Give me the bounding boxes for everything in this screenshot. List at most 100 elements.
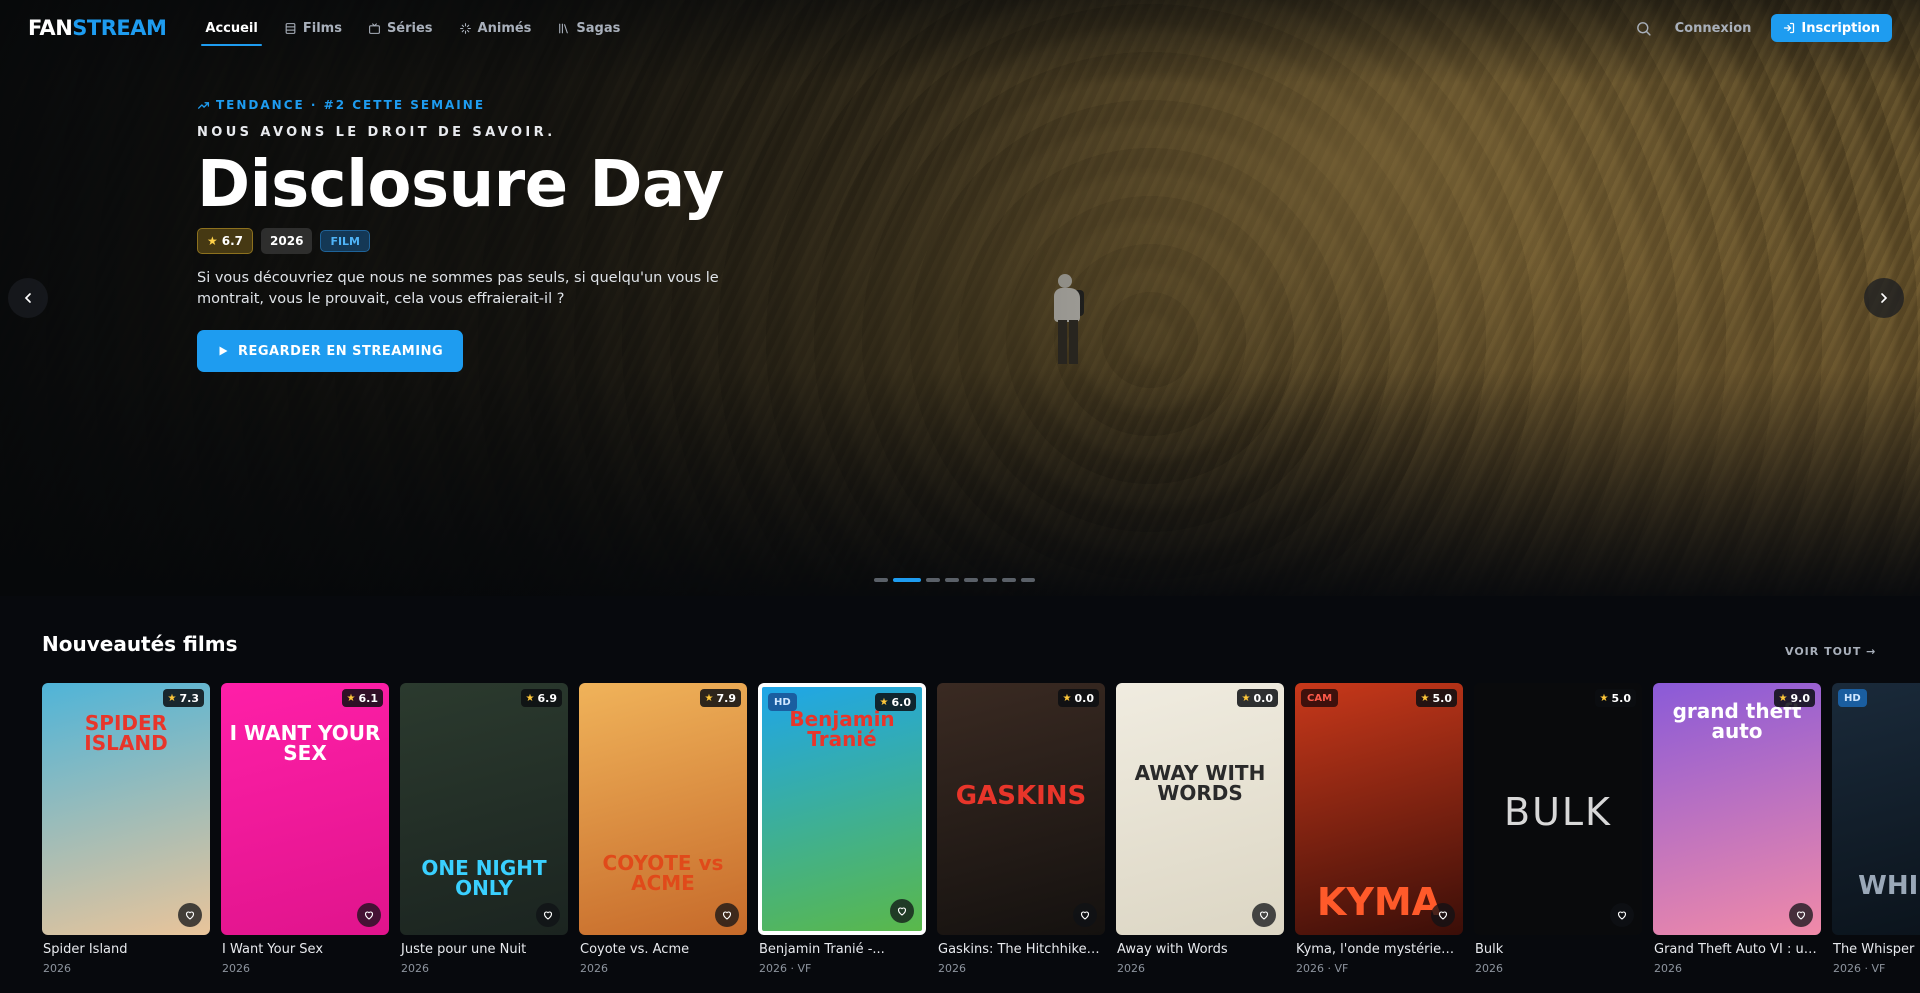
star-icon: ★ [704,692,714,704]
nav-item-label: Films [302,20,342,36]
movie-title[interactable]: I Want Your Sex [221,942,387,957]
watch-streaming-button[interactable]: REGARDER EN STREAMING [197,330,464,372]
movie-title[interactable]: Kyma, l'onde mystérieuse [1295,942,1461,957]
movie-poster[interactable]: SPIDER ISLAND ★ 7.3 [42,683,210,935]
movie-row: SPIDER ISLAND ★ 7.3 Spider Island 2026 I WANT… [42,683,1920,975]
movie-meta: 2026 [938,962,966,975]
movie-poster[interactable]: I WANT YOUR SEX ★ 6.1 [221,683,389,935]
rating-value: 6.7 [221,234,244,248]
poster-title-art: BULK [1504,790,1612,834]
movie-poster[interactable]: KYMA CAM ★ 5.0 [1295,683,1463,935]
nav-item-series[interactable]: Séries [357,0,444,56]
movie-card[interactable]: COYOTE vs ACME ★ 7.9 Coyote vs. Acme 2026 [579,683,747,975]
movie-card[interactable]: KYMA CAM ★ 5.0 Kyma, l'onde mystérieuse 2026 … [1295,683,1463,975]
favorite-button[interactable] [1252,903,1276,927]
movie-card[interactable]: AWAY WITH WORDS ★ 0.0 Away with Words 2026 [1116,683,1284,975]
movie-meta: 2026 [580,962,608,975]
trend-label: TENDANCE · #2 CETTE SEMAINE [197,96,757,114]
movie-card[interactable]: ONE NIGHT ONLY ★ 6.9 Juste pour une Nuit 202… [400,683,568,975]
rating-badge: ★ 6.7 [197,228,254,254]
heart-icon [1437,909,1449,921]
movie-poster[interactable]: grand theft auto ★ 9.0 [1653,683,1821,935]
quality-badge: HD [768,693,797,711]
favorite-button[interactable] [1073,903,1097,927]
movie-title[interactable]: Spider Island [42,942,208,957]
movie-poster[interactable]: AWAY WITH WORDS ★ 0.0 [1116,683,1284,935]
movie-poster[interactable]: BULK ★ 5.0 [1474,683,1642,935]
search-button[interactable] [1633,17,1655,39]
nav-item-animes[interactable]: Animés [448,0,543,56]
nav-item-films[interactable]: Films [273,0,353,56]
favorite-button[interactable] [1789,903,1813,927]
movie-meta: 2026 [1654,962,1682,975]
carousel-prev-button[interactable] [8,278,48,318]
movie-card[interactable]: GASKINS ★ 0.0 Gaskins: The Hitchhiker... 202… [937,683,1105,975]
nav-item-accueil[interactable]: Accueil [194,0,268,56]
carousel-dot[interactable] [945,578,959,582]
rating-badge: ★ 6.1 [341,689,383,707]
movie-title[interactable]: Benjamin Tranié -... [758,942,924,957]
nav-item-label: Séries [386,20,433,36]
favorite-button[interactable] [1610,903,1634,927]
poster-title-art: COYOTE vs ACME [602,851,724,895]
nav-item-sagas[interactable]: Sagas [546,0,631,56]
carousel-dot[interactable] [1002,578,1016,582]
hero-content: TENDANCE · #2 CETTE SEMAINE NOUS AVONS L… [197,96,757,372]
movie-title[interactable]: Coyote vs. Acme [579,942,745,957]
favorite-button[interactable] [1431,903,1455,927]
movie-poster[interactable]: WHISPE HD [1832,683,1920,935]
login-link[interactable]: Connexion [1675,21,1752,36]
favorite-button[interactable] [357,903,381,927]
favorite-button[interactable] [890,899,914,923]
year-badge: 2026 [261,228,313,254]
star-icon: ★ [1241,692,1251,704]
signup-label: Inscription [1801,20,1880,36]
carousel-dot[interactable] [893,578,921,582]
movie-title[interactable]: Away with Words [1116,942,1282,957]
carousel-dot[interactable] [926,578,940,582]
movie-card[interactable]: SPIDER ISLAND ★ 7.3 Spider Island 2026 [42,683,210,975]
movie-card[interactable]: grand theft auto ★ 9.0 Grand Theft Auto VI … [1653,683,1821,975]
favorite-button[interactable] [536,903,560,927]
movie-title[interactable]: The Whisper [1832,942,1920,957]
signup-button[interactable]: Inscription [1771,14,1892,42]
poster-title-art: AWAY WITH WORDS [1134,761,1266,805]
movie-title[interactable]: Bulk [1474,942,1640,957]
film-icon [284,22,297,35]
movie-card[interactable]: Benjamin Tranié HD ★ 6.0 Benjamin Tranié -..… [758,683,926,975]
carousel-dot[interactable] [964,578,978,582]
library-icon [557,22,570,35]
movie-card[interactable]: BULK ★ 5.0 Bulk 2026 [1474,683,1642,975]
star-icon: ★ [207,234,218,248]
poster-title-art: GASKINS [955,781,1087,811]
carousel-dot[interactable] [1021,578,1035,582]
poster-title-art: grand theft auto [1672,699,1802,743]
chevron-right-icon [1881,293,1888,303]
favorite-button[interactable] [715,903,739,927]
carousel-next-button[interactable] [1864,278,1904,318]
carousel-dot[interactable] [874,578,888,582]
rating-value: 7.3 [179,691,200,705]
movie-poster[interactable]: GASKINS ★ 0.0 [937,683,1105,935]
login-arrow-icon [1784,22,1795,34]
rating-value: 6.1 [358,691,379,705]
movie-poster[interactable]: COYOTE vs ACME ★ 7.9 [579,683,747,935]
movie-title[interactable]: Gaskins: The Hitchhiker... [937,942,1103,957]
movie-title[interactable]: Grand Theft Auto VI : un... [1653,942,1819,957]
type-badge: FILM [320,230,370,252]
see-all-link[interactable]: VOIR TOUT → [1785,645,1876,658]
star-icon: ★ [167,692,177,704]
movie-card[interactable]: WHISPE HD The Whisper 2026 · VF [1832,683,1920,975]
sparkle-icon [459,22,472,35]
section-title: Nouveautés films [42,632,238,656]
rating-badge: ★ 6.9 [520,689,562,707]
favorite-button[interactable] [178,903,202,927]
nav-item-label: Sagas [576,20,621,36]
movie-title[interactable]: Juste pour une Nuit [400,942,566,957]
nav-item-label: Animés [477,20,532,36]
movie-poster[interactable]: Benjamin Tranié HD ★ 6.0 [758,683,926,935]
movie-poster[interactable]: ONE NIGHT ONLY ★ 6.9 [400,683,568,935]
movie-card[interactable]: I WANT YOUR SEX ★ 6.1 I Want Your Sex 2026 [221,683,389,975]
brand-logo[interactable]: FANSTREAM [28,16,167,40]
carousel-dot[interactable] [983,578,997,582]
